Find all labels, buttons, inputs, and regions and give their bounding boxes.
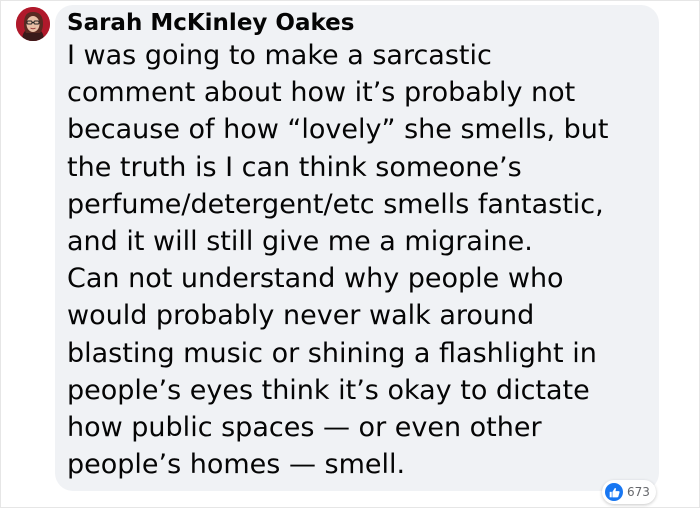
avatar[interactable] (16, 7, 50, 41)
avatar-portrait (16, 7, 50, 41)
like-icon (605, 483, 623, 501)
comment-line: comment about how it’s probably not (67, 77, 576, 109)
reaction-summary[interactable]: 673 (602, 480, 656, 504)
comment-line: I was going to make a sarcastic (67, 40, 492, 71)
comment-line: would probably never walk around (67, 300, 535, 332)
comment-line: people’s homes — smell. (67, 449, 406, 481)
comment-line: Can not understand why people who (67, 263, 564, 295)
comment-line: and it will still give me a migraine. (67, 226, 533, 258)
comment-line: perfume/detergent/etc smells fantastic, (67, 188, 604, 220)
comment-author[interactable]: Sarah McKinley Oakes (67, 9, 354, 37)
comment-body: I was going to make a sarcastic comment … (67, 37, 652, 483)
screenshot-frame: Sarah McKinley Oakes I was going to make… (0, 0, 700, 508)
comment-line: blasting music or shining a flashlight i… (67, 337, 597, 369)
reaction-count: 673 (627, 485, 650, 499)
comment-line: people’s eyes think it’s okay to dictate (67, 374, 590, 406)
comment-line: how public spaces — or even other (67, 412, 542, 444)
comment-line: because of how “lovely” she smells, but (67, 114, 609, 146)
comment-line: the truth is I can think someone’s (67, 151, 522, 183)
